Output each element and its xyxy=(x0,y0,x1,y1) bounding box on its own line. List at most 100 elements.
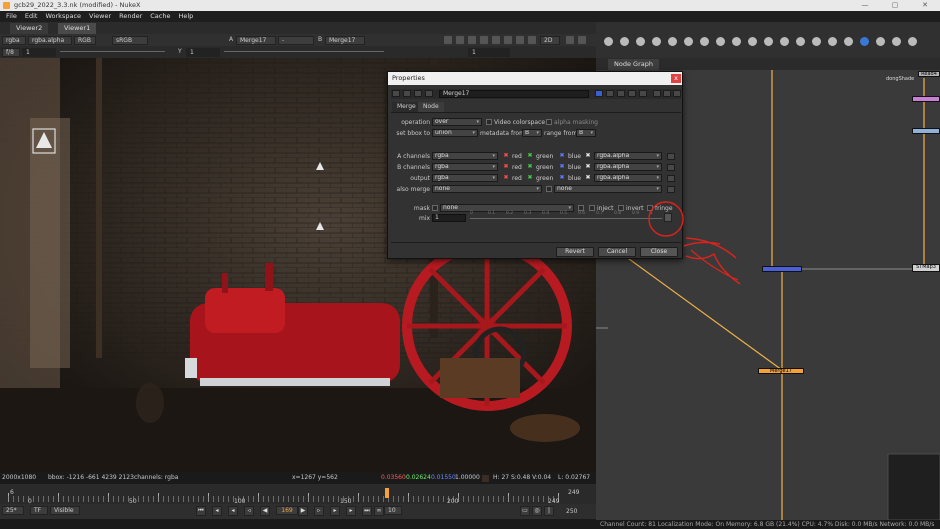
lock-node-icon[interactable] xyxy=(425,90,433,97)
node-font-color-icon[interactable] xyxy=(606,90,614,97)
properties-close-icon[interactable]: x xyxy=(671,74,681,83)
b-blue-checkbox[interactable]: ✖ xyxy=(559,164,565,170)
close-panel-icon[interactable] xyxy=(673,90,681,97)
b-channels-menu-icon[interactable] xyxy=(667,164,675,171)
also-merge-menu-icon[interactable] xyxy=(667,186,675,193)
step-size-field[interactable]: 10 xyxy=(384,506,402,515)
video-colorspace-checkbox[interactable] xyxy=(486,119,492,125)
toolsets-icon[interactable] xyxy=(828,37,837,46)
input-b-dropdown[interactable]: Merge17 xyxy=(325,35,365,45)
other-tools-icon[interactable] xyxy=(844,37,853,46)
step-back-10-icon[interactable]: ◂ xyxy=(228,506,238,516)
color-tools-icon[interactable] xyxy=(668,37,677,46)
output-dropdown[interactable]: rgba xyxy=(432,174,498,182)
a-channels-dropdown[interactable]: rgba xyxy=(432,152,498,160)
menu-edit[interactable]: Edit xyxy=(25,11,38,22)
close-window-button[interactable]: ✕ xyxy=(910,0,940,11)
views-tools-icon[interactable] xyxy=(764,37,773,46)
merge-tools-icon[interactable] xyxy=(716,37,725,46)
a-blue-checkbox[interactable]: ✖ xyxy=(559,153,565,159)
step-forward-10-icon[interactable]: ▸ xyxy=(330,506,340,516)
cancel-button[interactable]: Cancel xyxy=(598,247,636,257)
a-channels-menu-icon[interactable] xyxy=(667,153,675,160)
a-alpha-dropdown[interactable]: rgba.alpha xyxy=(594,152,662,160)
timeline[interactable]: 6 0 50 100 150 200 249 249 xyxy=(0,484,596,505)
revert-button[interactable]: Revert xyxy=(556,247,594,257)
out-blue-checkbox[interactable]: ✖ xyxy=(559,175,565,181)
inject-checkbox[interactable] xyxy=(589,205,595,211)
set-bbox-dropdown[interactable]: union xyxy=(432,129,478,137)
channels-dropdown[interactable]: rgba xyxy=(2,35,26,45)
node-purple[interactable] xyxy=(912,96,940,102)
viewer-roi-icon[interactable] xyxy=(492,36,500,44)
help-icon[interactable] xyxy=(653,90,661,97)
tab-merge[interactable]: Merge xyxy=(392,102,421,112)
viewer-proxy-icon[interactable] xyxy=(480,36,488,44)
tab-node[interactable]: Node xyxy=(418,102,444,112)
node-color-icon[interactable] xyxy=(595,90,603,97)
draw-tools-icon[interactable] xyxy=(620,37,629,46)
channel-tools-icon[interactable] xyxy=(652,37,661,46)
input-a-dropdown[interactable]: Merge17 xyxy=(236,35,276,45)
viewer-refresh-icon[interactable] xyxy=(456,36,464,44)
b-alpha-checkbox[interactable]: ✖ xyxy=(585,164,591,170)
minimize-button[interactable]: — xyxy=(850,0,880,11)
prev-keyframe-icon[interactable]: ◂ xyxy=(212,506,222,516)
node-name-field[interactable]: Merge17 xyxy=(439,90,589,98)
deep-tools-icon[interactable] xyxy=(812,37,821,46)
furnace-tools-icon[interactable] xyxy=(860,37,869,46)
goto-end-icon[interactable]: ⏭ xyxy=(362,506,372,516)
metadata-tools-icon[interactable] xyxy=(780,37,789,46)
viewer-overlay-icon[interactable] xyxy=(528,36,536,44)
gamma-field[interactable]: 1 xyxy=(186,47,220,57)
tab-viewer1[interactable]: Viewer1 xyxy=(58,23,97,34)
metadata-dropdown[interactable]: B xyxy=(522,129,542,137)
display-channels-dropdown[interactable]: RGB xyxy=(74,35,96,45)
viewer-clip-icon[interactable] xyxy=(504,36,512,44)
fstop-dropdown[interactable]: f/8 xyxy=(2,47,20,57)
tab-viewer2[interactable]: Viewer2 xyxy=(10,23,49,34)
b-alpha-dropdown[interactable]: rgba.alpha xyxy=(594,163,662,171)
also-merge-2-dropdown[interactable]: none xyxy=(554,185,662,193)
a-red-checkbox[interactable]: ✖ xyxy=(503,153,509,159)
mask-checkbox[interactable] xyxy=(432,205,438,211)
keyer-tools-icon[interactable] xyxy=(700,37,709,46)
step-back-icon[interactable]: ◃ xyxy=(244,506,254,516)
float-icon[interactable] xyxy=(663,90,671,97)
viewer-guides-icon[interactable] xyxy=(516,36,524,44)
a-green-checkbox[interactable]: ✖ xyxy=(527,153,533,159)
operation-dropdown[interactable]: over xyxy=(432,118,482,126)
node-blue-top[interactable] xyxy=(912,128,940,134)
cara-vr-icon[interactable] xyxy=(876,37,885,46)
plugins-icon[interactable] xyxy=(892,37,901,46)
collapse-icon[interactable] xyxy=(392,90,400,97)
gain-slider[interactable] xyxy=(60,51,165,52)
step-forward-icon[interactable]: ▹ xyxy=(314,506,324,516)
menu-viewer[interactable]: Viewer xyxy=(89,11,111,22)
menu-render[interactable]: Render xyxy=(119,11,142,22)
transform-tools-icon[interactable] xyxy=(732,37,741,46)
particles-tools-icon[interactable] xyxy=(796,37,805,46)
fps-dropdown[interactable]: 25* xyxy=(2,506,24,515)
play-reverse-icon[interactable]: ◀ xyxy=(260,506,270,516)
node-graph-minimap[interactable] xyxy=(887,453,940,520)
viewer-lock-icon[interactable] xyxy=(444,36,452,44)
menu-file[interactable]: File xyxy=(6,11,17,22)
b-green-checkbox[interactable]: ✖ xyxy=(527,164,533,170)
ctrl2-field[interactable]: 1 xyxy=(468,47,510,57)
node-stmap3[interactable]: STMap3 xyxy=(912,264,940,272)
undo-icon[interactable] xyxy=(617,90,625,97)
node-merge17[interactable]: Merge17 xyxy=(758,368,804,374)
image-tools-icon[interactable] xyxy=(604,37,613,46)
viewer-node-icon[interactable] xyxy=(414,90,422,97)
visible-dropdown[interactable]: Visible xyxy=(50,506,80,515)
merge-node-icon[interactable] xyxy=(403,90,411,97)
maximize-button[interactable]: ▢ xyxy=(880,0,910,11)
next-keyframe-icon[interactable]: ▸ xyxy=(346,506,356,516)
alpha-dropdown[interactable]: rgba.alpha xyxy=(28,35,72,45)
out-red-checkbox[interactable]: ✖ xyxy=(503,175,509,181)
tf-dropdown[interactable]: TF xyxy=(30,506,48,515)
viewer-pause-icon[interactable] xyxy=(468,36,476,44)
revert-knobs-icon[interactable] xyxy=(639,90,647,97)
menu-help[interactable]: Help xyxy=(178,11,193,22)
